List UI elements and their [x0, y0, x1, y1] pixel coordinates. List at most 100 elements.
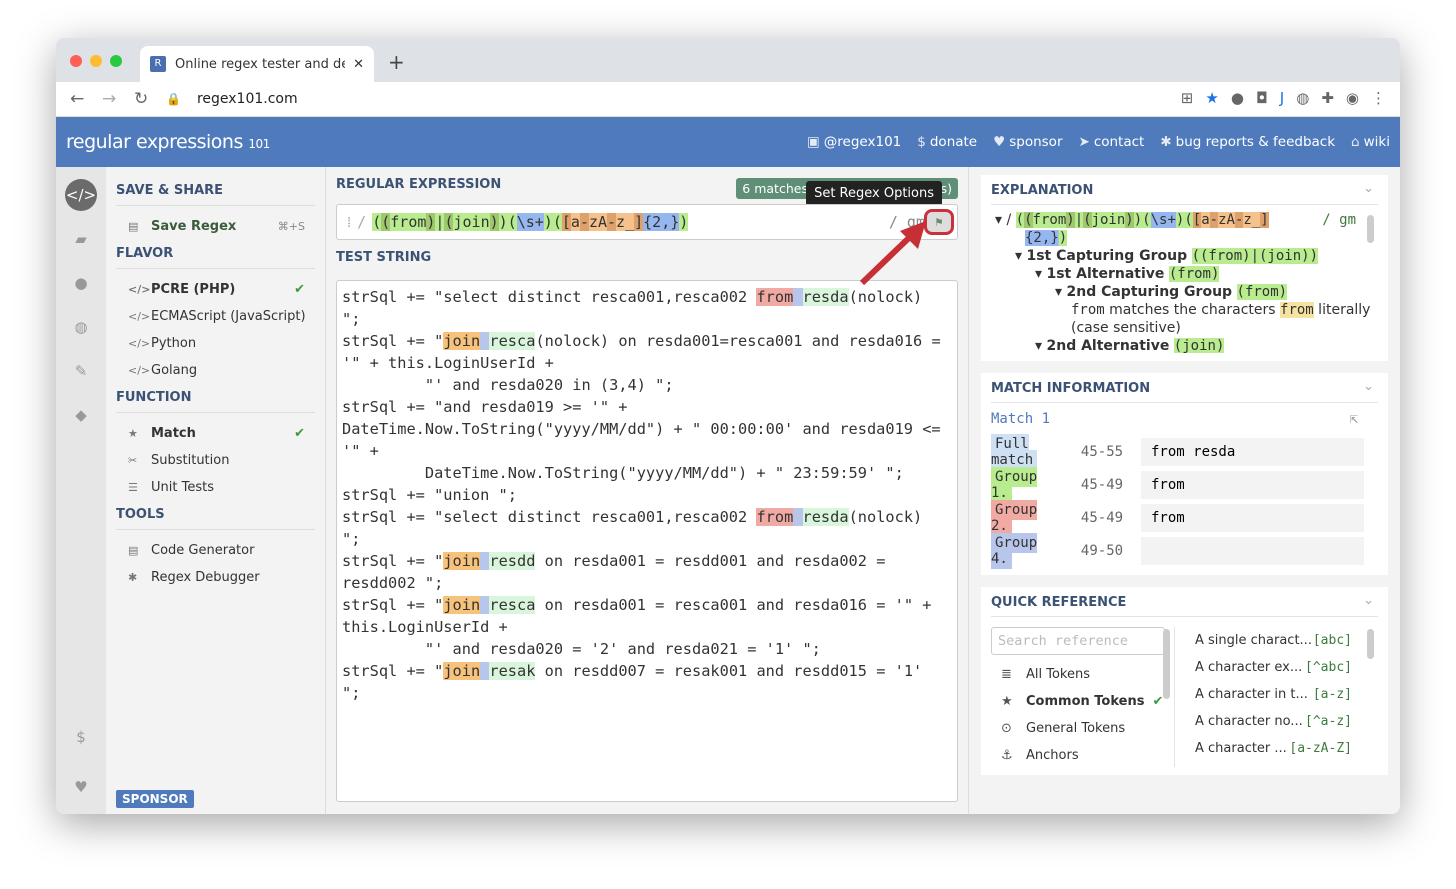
header-link[interactable]: ✱ bug reports & feedback — [1160, 134, 1335, 150]
regex-token: [ — [1192, 212, 1202, 228]
header-link[interactable]: ⌂ wiki — [1351, 134, 1390, 150]
regex-token: \s+ — [516, 213, 544, 231]
text: strSql += "and resda019 >= '" + — [342, 398, 628, 416]
reference-token[interactable]: A character no... [^a-z] — [1195, 708, 1378, 735]
minimize-window-button[interactable] — [90, 55, 102, 67]
back-icon[interactable]: ← — [70, 89, 102, 109]
sidebar-item[interactable]: ☰ Unit Tests — [116, 474, 315, 501]
match-value[interactable]: from — [1141, 470, 1364, 499]
match-value[interactable] — [1141, 536, 1364, 565]
reference-token[interactable]: A character ... [a-zA-Z] — [1195, 735, 1378, 762]
sidebar-item[interactable]: </> Python — [116, 330, 315, 357]
sidebar-item[interactable]: ▤ Code Generator — [116, 537, 315, 564]
match-value[interactable]: from — [1141, 503, 1364, 532]
forward-icon[interactable]: → — [102, 89, 134, 109]
flavor-heading: FLAVOR — [116, 244, 315, 269]
reload-icon[interactable]: ↻ — [134, 89, 166, 109]
header-link[interactable]: ▣ @regex101 — [807, 134, 901, 150]
profile-avatar[interactable]: ◉ — [1346, 89, 1359, 107]
extension-j-icon[interactable]: J — [1280, 89, 1284, 107]
text: DateTime.Now.ToString("yyyy/MM/dd") + " … — [342, 464, 904, 482]
sponsor-badge[interactable]: SPONSOR — [116, 790, 194, 808]
explanation-line: ▾ 2nd Alternative (join) — [991, 337, 1378, 353]
regex-token: zA — [1218, 212, 1235, 228]
sidebar-item[interactable]: </> PCRE (PHP) ✔ — [116, 276, 315, 303]
site-logo[interactable]: regular expressions 101 — [66, 131, 270, 153]
maximize-window-button[interactable] — [110, 55, 122, 67]
sidebar-item[interactable]: ✱ Regex Debugger — [116, 564, 315, 591]
header-link[interactable]: $ donate — [917, 134, 977, 150]
scrollbar[interactable] — [1163, 629, 1170, 699]
share-icon[interactable]: ⇱ — [1350, 403, 1358, 435]
sidebar-item[interactable]: ★ Match ✔ — [116, 420, 315, 447]
expand-triangle-icon[interactable]: ▾ — [1035, 338, 1046, 353]
code-icon: </> — [128, 364, 151, 377]
test-line: strSql += "union "; — [342, 484, 952, 506]
puzzle-icon[interactable]: ✚ — [1321, 89, 1334, 107]
reference-token[interactable]: A character in t... [a-z] — [1195, 681, 1378, 708]
dollar-icon[interactable]: $ — [65, 721, 97, 753]
heart-icon[interactable]: ♥ — [65, 771, 97, 803]
expand-triangle-icon[interactable]: ▾ — [1035, 266, 1046, 282]
new-tab-button[interactable]: + — [388, 50, 405, 74]
menu-icon[interactable]: ⋮ — [1371, 89, 1386, 107]
explanation-label: 1st Capturing Group — [1026, 248, 1188, 264]
search-reference-input[interactable]: Search reference — [991, 627, 1165, 655]
collapse-chevron-icon[interactable]: ⌄ — [1363, 593, 1374, 608]
regex-token: ( — [372, 213, 382, 231]
address-bar: ← → ↻ 🔒 regex101.com ⊞ ★ ● ◘ J ◍ ✚ ◉ ⋮ — [56, 82, 1400, 117]
user-icon[interactable]: ● — [65, 267, 97, 299]
save-regex-button[interactable]: ▤ Save Regex ⌘+S — [116, 213, 315, 240]
expand-triangle-icon[interactable]: ▾ — [1055, 284, 1066, 300]
code-icon[interactable]: </> — [65, 179, 97, 211]
function-heading: FUNCTION — [116, 388, 315, 413]
scrollbar[interactable] — [1367, 629, 1374, 659]
expand-triangle-icon[interactable]: ▾ — [1015, 248, 1026, 264]
chat-icon[interactable]: ◆ — [65, 399, 97, 431]
test-string-input[interactable]: strSql += "select distinct resca001,resc… — [336, 280, 958, 802]
header-link[interactable]: ♥ sponsor — [993, 134, 1062, 150]
close-window-button[interactable] — [70, 55, 82, 67]
reference-category[interactable]: ★ Common Tokens ✔ — [991, 688, 1174, 715]
regex-token: join — [1091, 212, 1126, 228]
camera-icon[interactable]: ◘ — [1256, 89, 1268, 107]
wrench-icon[interactable]: ✎ — [65, 355, 97, 387]
header-link[interactable]: ➤ contact — [1079, 134, 1145, 150]
reference-category[interactable]: ≣ All Tokens — [991, 661, 1174, 688]
regex-token: | — [1074, 212, 1084, 228]
site-header: regular expressions 101 ▣ @regex101 $ donat… — [56, 117, 1400, 167]
scrollbar[interactable] — [1367, 215, 1374, 243]
sidebar-item[interactable]: ✂ Substitution — [116, 447, 315, 474]
test-line: "; — [342, 528, 952, 550]
match-title: Match 1 — [991, 411, 1051, 427]
match-value[interactable]: from resda — [1141, 437, 1364, 466]
reference-token[interactable]: A single charact... [abc] — [1195, 627, 1378, 654]
regex-token: ) — [679, 213, 689, 231]
list-icon: ☰ — [128, 481, 138, 494]
expand-triangle-icon[interactable]: ▾ — [995, 212, 1006, 228]
reference-token[interactable]: Any single character. — [1195, 762, 1378, 767]
url-field[interactable]: regex101.com — [197, 91, 298, 107]
translate-icon[interactable]: ⊞ — [1181, 89, 1194, 107]
collapse-chevron-icon[interactable]: ⌄ — [1363, 379, 1374, 394]
sidebar-item[interactable]: </> Golang — [116, 357, 315, 384]
match-highlight — [793, 508, 803, 526]
drag-handle-icon[interactable]: ⁞ — [347, 213, 351, 232]
extension-icon[interactable]: ◍ — [1296, 89, 1309, 107]
close-tab-icon[interactable]: ✕ — [353, 57, 364, 72]
library-icon[interactable]: ▰ — [65, 223, 97, 255]
bookmark-star-icon[interactable]: ★ — [1205, 89, 1218, 107]
sidebar-item[interactable]: </> ECMAScript (JavaScript) — [116, 303, 315, 330]
browser-tab[interactable]: R Online regex tester and debugger ✕ — [140, 46, 374, 82]
text: '" + — [342, 442, 379, 460]
regex-token: a — [570, 213, 580, 231]
collapse-chevron-icon[interactable]: ⌄ — [1363, 181, 1374, 196]
reference-category[interactable]: ⊙ General Tokens — [991, 715, 1174, 742]
right-panel: EXPLANATION ⌄ ▾ / ((from)|(join))(\s+)([a… — [968, 167, 1400, 814]
extension-icon[interactable]: ● — [1231, 89, 1244, 107]
reference-category[interactable]: ⚓ Anchors — [991, 742, 1174, 767]
gamepad-icon[interactable]: ◍ — [65, 311, 97, 343]
header-link-label: sponsor — [1009, 134, 1063, 150]
reference-token[interactable]: A character ex... [^abc] — [1195, 654, 1378, 681]
test-line: "; — [342, 308, 952, 330]
